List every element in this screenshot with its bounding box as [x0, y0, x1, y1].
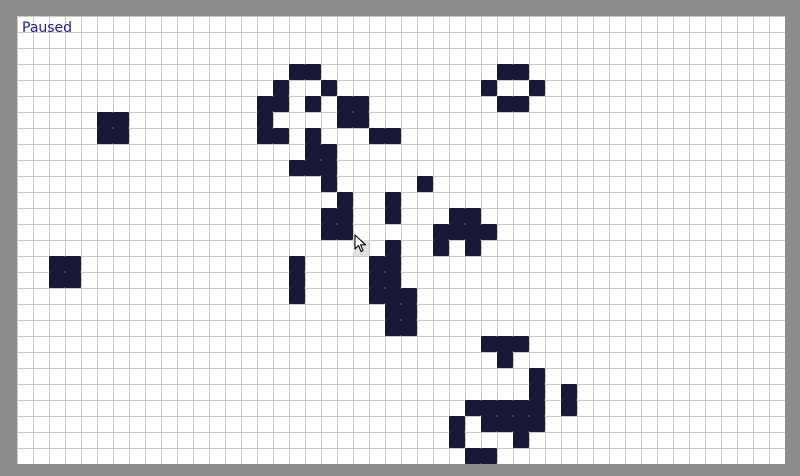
live-cell[interactable] [481, 80, 497, 96]
live-cell[interactable] [481, 416, 497, 432]
live-cell[interactable] [497, 336, 513, 352]
live-cell[interactable] [321, 80, 337, 96]
live-cell[interactable] [369, 128, 385, 144]
live-cell[interactable] [369, 288, 385, 304]
live-cell[interactable] [113, 128, 129, 144]
live-cell[interactable] [65, 256, 81, 272]
life-grid-board[interactable]: Paused [17, 16, 785, 464]
live-cell[interactable] [289, 288, 305, 304]
live-cell[interactable] [513, 336, 529, 352]
live-cell[interactable] [321, 224, 337, 240]
live-cell[interactable] [481, 448, 497, 464]
live-cell[interactable] [97, 128, 113, 144]
live-cell[interactable] [513, 96, 529, 112]
window-frame: Paused [0, 0, 800, 476]
live-cell[interactable] [481, 336, 497, 352]
live-cell[interactable] [465, 240, 481, 256]
live-cell[interactable] [321, 176, 337, 192]
live-cell[interactable] [273, 128, 289, 144]
live-cell[interactable] [497, 352, 513, 368]
live-cell[interactable] [353, 96, 369, 112]
live-cell[interactable] [465, 208, 481, 224]
live-cell[interactable] [529, 400, 545, 416]
live-cell[interactable] [385, 320, 401, 336]
live-cell[interactable] [513, 400, 529, 416]
live-cell[interactable] [417, 176, 433, 192]
live-cell[interactable] [529, 384, 545, 400]
live-cell[interactable] [289, 64, 305, 80]
live-cell[interactable] [401, 304, 417, 320]
live-cell[interactable] [385, 304, 401, 320]
live-cell[interactable] [321, 208, 337, 224]
live-cell[interactable] [337, 112, 353, 128]
live-cell[interactable] [337, 96, 353, 112]
live-cell[interactable] [465, 400, 481, 416]
live-cell[interactable] [465, 224, 481, 240]
live-cell[interactable] [385, 128, 401, 144]
live-cell[interactable] [401, 288, 417, 304]
live-cell[interactable] [385, 208, 401, 224]
live-cell[interactable] [497, 400, 513, 416]
live-cell[interactable] [305, 144, 321, 160]
live-cell[interactable] [385, 288, 401, 304]
live-cell[interactable] [513, 64, 529, 80]
live-cell[interactable] [113, 112, 129, 128]
status-label: Paused [22, 20, 73, 36]
live-cell[interactable] [449, 432, 465, 448]
live-cell[interactable] [401, 320, 417, 336]
live-cell[interactable] [49, 256, 65, 272]
live-cell[interactable] [561, 400, 577, 416]
arrow-pointer-icon [354, 234, 367, 253]
live-cell[interactable] [289, 272, 305, 288]
live-cell[interactable] [257, 112, 273, 128]
live-cell[interactable] [305, 128, 321, 144]
live-cell[interactable] [257, 128, 273, 144]
live-cell[interactable] [513, 416, 529, 432]
live-cell[interactable] [305, 160, 321, 176]
live-cell[interactable] [289, 160, 305, 176]
live-cell[interactable] [513, 432, 529, 448]
live-cell[interactable] [497, 416, 513, 432]
live-cell[interactable] [385, 240, 401, 256]
live-cell[interactable] [49, 272, 65, 288]
live-cell[interactable] [369, 272, 385, 288]
live-cell[interactable] [529, 80, 545, 96]
live-cell[interactable] [529, 416, 545, 432]
live-cell[interactable] [433, 224, 449, 240]
live-cell[interactable] [481, 400, 497, 416]
live-cell[interactable] [385, 272, 401, 288]
live-cell[interactable] [449, 224, 465, 240]
live-cell[interactable] [497, 64, 513, 80]
live-cell[interactable] [305, 96, 321, 112]
live-cell[interactable] [337, 224, 353, 240]
live-cell[interactable] [337, 192, 353, 208]
live-cell[interactable] [465, 448, 481, 464]
live-cell[interactable] [561, 384, 577, 400]
live-cell[interactable] [449, 416, 465, 432]
live-cell[interactable] [529, 368, 545, 384]
live-cell[interactable] [321, 160, 337, 176]
live-cell[interactable] [369, 256, 385, 272]
live-cell[interactable] [449, 208, 465, 224]
live-cell[interactable] [273, 96, 289, 112]
live-cell[interactable] [385, 192, 401, 208]
live-cell[interactable] [257, 96, 273, 112]
live-cell[interactable] [273, 80, 289, 96]
live-cell[interactable] [305, 64, 321, 80]
live-cell[interactable] [497, 96, 513, 112]
live-cell[interactable] [97, 112, 113, 128]
live-cell[interactable] [65, 272, 81, 288]
live-cell[interactable] [385, 256, 401, 272]
live-cell[interactable] [481, 224, 497, 240]
live-cell[interactable] [321, 144, 337, 160]
live-cell[interactable] [433, 240, 449, 256]
live-cell[interactable] [337, 208, 353, 224]
live-cell[interactable] [353, 112, 369, 128]
live-cell[interactable] [289, 256, 305, 272]
